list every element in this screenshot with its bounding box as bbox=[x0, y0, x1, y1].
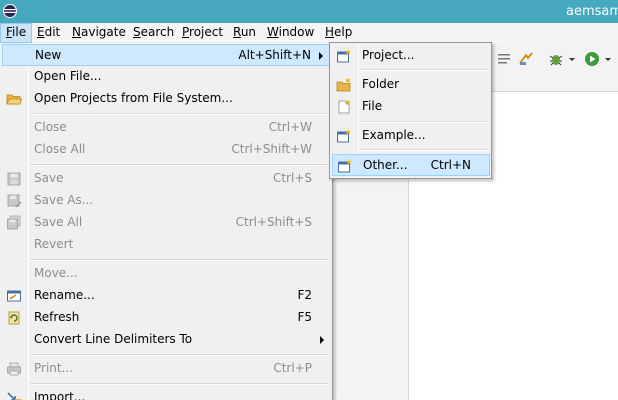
file-menu-convert-line-delimiters[interactable]: Convert Line Delimiters To bbox=[2, 329, 330, 351]
run-dropdown-icon[interactable] bbox=[604, 51, 612, 67]
rename-icon bbox=[7, 290, 21, 302]
new-submenu-file[interactable]: File bbox=[332, 96, 490, 118]
menu-separator bbox=[360, 69, 488, 71]
new-submenu-example[interactable]: Example... bbox=[332, 125, 490, 147]
new-submenu-project[interactable]: Project... bbox=[332, 45, 490, 67]
new-file-icon bbox=[338, 99, 351, 114]
main-toolbar bbox=[490, 48, 618, 72]
file-menu-open-file[interactable]: Open File... bbox=[2, 66, 330, 88]
eclipse-app-icon[interactable] bbox=[2, 3, 18, 19]
submenu-arrow-icon bbox=[320, 336, 324, 344]
window-title: aemsam bbox=[566, 4, 618, 19]
new-submenu: Project... Folder File Example... Other.… bbox=[329, 42, 492, 179]
debug-dropdown-icon[interactable] bbox=[568, 51, 576, 67]
menu-file[interactable]: File bbox=[0, 23, 33, 43]
list-icon[interactable] bbox=[496, 51, 512, 67]
file-menu-close[interactable]: Close Ctrl+W bbox=[2, 117, 330, 139]
file-menu-import[interactable]: Import... bbox=[2, 387, 330, 400]
external-tools-icon[interactable] bbox=[518, 51, 534, 67]
menu-separator bbox=[360, 149, 488, 151]
debug-icon[interactable] bbox=[548, 51, 564, 67]
new-submenu-folder[interactable]: Folder bbox=[332, 74, 490, 96]
menu-separator bbox=[30, 113, 328, 115]
menu-project[interactable]: Project bbox=[177, 23, 228, 43]
file-menu-print[interactable]: Print... Ctrl+P bbox=[2, 358, 330, 380]
menu-bar: File Edit Navigate Search Project Run Wi… bbox=[0, 23, 618, 43]
file-menu-close-all[interactable]: Close All Ctrl+Shift+W bbox=[2, 139, 330, 161]
menu-help[interactable]: Help bbox=[320, 23, 357, 43]
import-icon bbox=[7, 392, 21, 400]
file-menu-move[interactable]: Move... bbox=[2, 263, 330, 285]
new-wizard-icon bbox=[338, 159, 352, 173]
new-submenu-other[interactable]: Other... Ctrl+N bbox=[332, 154, 490, 176]
menu-separator bbox=[30, 383, 328, 385]
save-as-icon bbox=[7, 194, 22, 208]
file-menu-rename[interactable]: Rename... F2 bbox=[2, 285, 330, 307]
new-project-icon bbox=[337, 49, 351, 63]
open-folder-icon bbox=[6, 94, 22, 105]
save-icon bbox=[7, 172, 21, 186]
new-example-icon bbox=[337, 129, 351, 143]
file-menu-revert[interactable]: Revert bbox=[2, 234, 330, 256]
print-icon bbox=[7, 362, 21, 376]
file-menu-save-all[interactable]: Save All Ctrl+Shift+S bbox=[2, 212, 330, 234]
file-menu-save[interactable]: Save Ctrl+S bbox=[2, 168, 330, 190]
file-menu-new[interactable]: New Alt+Shift+N bbox=[2, 44, 330, 66]
new-folder-icon bbox=[336, 77, 351, 92]
run-icon[interactable] bbox=[584, 51, 600, 67]
menu-search[interactable]: Search bbox=[128, 23, 179, 43]
refresh-icon bbox=[8, 311, 20, 325]
file-menu-refresh[interactable]: Refresh F5 bbox=[2, 307, 330, 329]
menu-edit[interactable]: Edit bbox=[32, 23, 65, 43]
submenu-arrow-icon bbox=[319, 52, 323, 60]
menu-navigate[interactable]: Navigate bbox=[67, 23, 131, 43]
menu-separator bbox=[360, 121, 488, 123]
file-menu-dropdown: New Alt+Shift+N Open File... Open Projec… bbox=[0, 43, 333, 400]
menu-window[interactable]: Window bbox=[262, 23, 319, 43]
menu-separator bbox=[30, 354, 328, 356]
save-all-icon bbox=[7, 215, 21, 230]
title-bar: aemsam bbox=[0, 0, 618, 23]
file-menu-save-as[interactable]: Save As... bbox=[2, 190, 330, 212]
menu-run[interactable]: Run bbox=[228, 23, 261, 43]
menu-separator bbox=[30, 164, 328, 166]
file-menu-open-projects[interactable]: Open Projects from File System... bbox=[2, 88, 330, 110]
menu-separator bbox=[30, 259, 328, 261]
